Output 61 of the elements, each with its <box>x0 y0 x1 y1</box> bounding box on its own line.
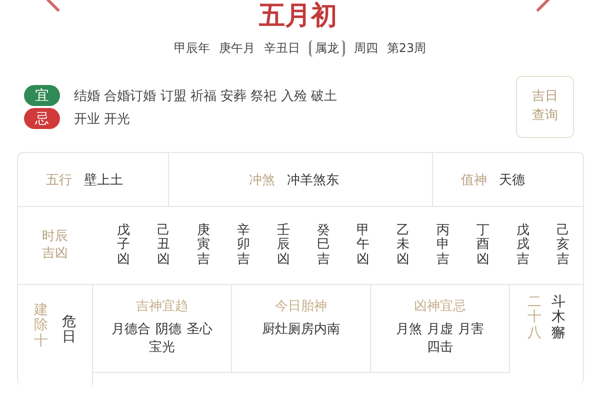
week-number: 第23周 <box>386 40 426 56</box>
summary-value: 天德 <box>499 172 525 188</box>
chevron-left-icon[interactable] <box>44 0 60 12</box>
hour-luck: 凶 <box>356 252 370 267</box>
hour-ganzhi: 庚寅 <box>196 224 210 252</box>
hour-luck: 吉 <box>556 252 570 267</box>
hour-luck: 吉 <box>436 252 450 267</box>
hour-luck: 吉 <box>196 252 210 267</box>
gods-term: 月德合 <box>112 321 150 339</box>
hour-luck: 凶 <box>396 252 410 267</box>
weekday: 周四 <box>354 40 378 56</box>
activity-list: 开业 开光 <box>74 110 130 128</box>
hour-ganzhi: 丙申 <box>436 224 450 252</box>
mansion-label: 二十八 <box>528 295 542 343</box>
zodiac-tag: 属龙 <box>308 40 345 56</box>
ganzhi-date: 辛丑日 <box>264 40 300 56</box>
gods-label: 今日胎神 <box>275 298 327 315</box>
summary-value: 冲羊煞东 <box>287 172 339 188</box>
jianchu-value: 危日 <box>62 315 76 348</box>
hour-ganzhi: 戊子 <box>117 224 130 252</box>
hours-label: 时辰吉凶 <box>42 228 69 262</box>
gods-term: 月虚 <box>427 321 453 339</box>
hour-ganzhi: 己丑 <box>156 224 170 252</box>
hour-ganzhi: 乙未 <box>396 224 410 252</box>
chevron-right-icon[interactable] <box>536 0 552 12</box>
gods-term: 宝光 <box>149 338 175 356</box>
suitable-badge: 宜 <box>24 85 60 106</box>
hour-luck: 吉 <box>516 252 530 267</box>
hour-luck: 吉 <box>316 252 330 267</box>
ganzhi-date: 甲辰年 <box>174 40 210 56</box>
gods-term: 月害 <box>458 321 484 339</box>
gods-term: 厨灶厕房内南 <box>262 321 340 339</box>
gods-term: 圣心 <box>186 321 212 339</box>
hour-luck: 凶 <box>117 252 130 267</box>
avoid-badge: 忌 <box>24 108 60 129</box>
gods-term: 月煞 <box>396 321 422 339</box>
hour-luck: 凶 <box>476 252 490 267</box>
summary-label: 五行 <box>46 172 72 188</box>
hour-ganzhi: 壬辰 <box>276 224 290 252</box>
hour-ganzhi: 辛卯 <box>236 224 250 252</box>
ganzhi-date: 庚午月 <box>218 40 255 56</box>
jianchu-label: 建除十 <box>34 303 48 351</box>
lunar-date-title: 五月初 <box>259 0 337 32</box>
summary-value: 壁上土 <box>84 172 123 188</box>
hour-ganzhi: 戊戌 <box>516 224 530 252</box>
mansion-value: 斗木獬 <box>552 295 566 343</box>
hour-ganzhi: 己亥 <box>556 224 570 252</box>
gods-label: 凶神宜忌 <box>414 298 466 315</box>
hour-luck: 凶 <box>276 252 290 267</box>
gods-label: 吉神宜趋 <box>136 298 188 315</box>
hour-luck: 凶 <box>156 252 170 267</box>
hour-ganzhi: 甲午 <box>356 224 370 252</box>
gods-term: 四击 <box>427 338 453 356</box>
hour-ganzhi: 癸巳 <box>316 224 330 252</box>
summary-label: 冲煞 <box>249 172 275 188</box>
hour-luck: 吉 <box>236 252 250 267</box>
hour-ganzhi: 丁酉 <box>476 224 490 252</box>
activity-list: 结婚 合婚订婚 订盟 祈福 安葬 祭祀 入殓 破土 <box>74 86 337 104</box>
gods-term: 阴德 <box>156 321 182 339</box>
summary-label: 值神 <box>461 172 487 188</box>
auspicious-day-query-button[interactable]: 吉日查询 <box>516 76 574 138</box>
